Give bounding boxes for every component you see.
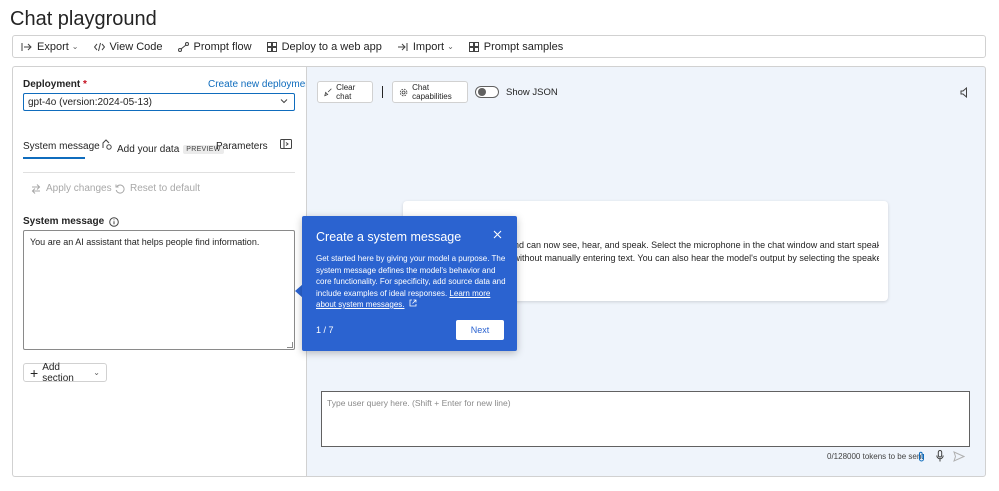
- active-tab-indicator: [23, 157, 85, 159]
- next-button[interactable]: Next: [456, 320, 504, 340]
- deployment-select[interactable]: gpt-4o (version:2024-05-13): [23, 93, 295, 111]
- import-button[interactable]: Import ⌄: [397, 41, 454, 53]
- toolbar-separator: [382, 86, 383, 98]
- tab-divider: [23, 172, 295, 173]
- plus-icon: +: [30, 364, 39, 381]
- chevron-down-icon: ⌄: [71, 42, 79, 51]
- reset-default-button[interactable]: Reset to default: [115, 183, 200, 194]
- popover-step: 1 / 7: [316, 325, 334, 335]
- system-message-popover: Create a system message Get started here…: [302, 216, 517, 351]
- chat-capabilities-button[interactable]: Chat capabilities: [392, 81, 468, 103]
- export-icon: [21, 42, 32, 51]
- add-section-button[interactable]: + Add section ⌄: [23, 361, 107, 384]
- popover-body: Get started here by giving your model a …: [316, 253, 506, 311]
- gear-icon: [399, 88, 408, 96]
- tab-parameters[interactable]: Parameters: [216, 141, 268, 152]
- reset-default-label: Reset to default: [130, 183, 201, 194]
- show-json-toggle[interactable]: [475, 86, 499, 98]
- clear-chat-label: Clear chat: [336, 83, 356, 101]
- query-placeholder: Type user query here. (Shift + Enter for…: [327, 398, 511, 408]
- toolbar: Export ⌄ View Code Prompt flow Deploy to …: [12, 35, 986, 58]
- code-icon: [93, 42, 105, 51]
- speaker-icon[interactable]: [960, 87, 969, 98]
- prompt-samples-button[interactable]: Prompt samples: [468, 40, 564, 53]
- token-count: 0/128000 tokens to be sent: [827, 452, 924, 461]
- info-icon[interactable]: [109, 216, 119, 227]
- chat-capabilities-label: Chat capabilities: [412, 83, 452, 101]
- microphone-icon[interactable]: [936, 450, 944, 462]
- chevron-down-icon: ⌄: [447, 42, 454, 51]
- required-mark: *: [83, 79, 87, 90]
- show-json-label: Show JSON: [506, 87, 558, 98]
- grid-icon: [266, 41, 277, 52]
- tab-system-message[interactable]: System message: [23, 141, 100, 152]
- import-label: Import: [412, 40, 445, 53]
- chevron-down-icon: [280, 99, 288, 104]
- samples-icon: [468, 41, 479, 52]
- tab-add-your-data[interactable]: Add your data PREVIEW: [101, 138, 224, 155]
- popover-title: Create a system message: [316, 230, 462, 244]
- external-link-icon: [409, 299, 417, 307]
- send-icon[interactable]: [953, 451, 965, 462]
- card-text-line-2: l without manually entering text. You ca…: [509, 253, 879, 263]
- prompt-flow-label: Prompt flow: [193, 40, 252, 53]
- broom-icon: [324, 88, 332, 97]
- deployment-label: Deployment *: [23, 79, 87, 90]
- attach-icon[interactable]: [918, 451, 925, 462]
- chevron-down-icon: ⌄: [93, 368, 100, 377]
- deploy-label: Deploy to a web app: [281, 40, 382, 53]
- import-icon: [397, 42, 408, 51]
- toggle-knob: [478, 88, 486, 96]
- panel-toggle-icon[interactable]: [280, 139, 292, 149]
- resize-handle[interactable]: [287, 342, 293, 348]
- view-code-button[interactable]: View Code: [93, 40, 163, 53]
- card-text-line-1: und can now see, hear, and speak. Select…: [509, 240, 879, 250]
- swap-icon: [31, 183, 41, 194]
- prompt-flow-icon: [177, 41, 189, 52]
- view-code-label: View Code: [109, 40, 163, 53]
- deployment-value: gpt-4o (version:2024-05-13): [28, 97, 152, 108]
- system-message-input[interactable]: You are an AI assistant that helps peopl…: [23, 230, 295, 350]
- prompt-flow-button[interactable]: Prompt flow: [177, 40, 252, 53]
- add-data-icon: [102, 139, 112, 150]
- system-message-text: You are an AI assistant that helps peopl…: [30, 237, 260, 247]
- deploy-web-app-button[interactable]: Deploy to a web app: [266, 40, 382, 53]
- system-message-label: System message: [23, 216, 119, 227]
- apply-changes-label: Apply changes: [46, 183, 112, 194]
- apply-changes-button[interactable]: Apply changes: [31, 183, 112, 194]
- clear-chat-button[interactable]: Clear chat: [317, 81, 373, 103]
- export-button[interactable]: Export ⌄: [21, 41, 79, 53]
- page-title: Chat playground: [10, 8, 157, 30]
- prompt-samples-label: Prompt samples: [483, 40, 564, 53]
- export-label: Export: [37, 40, 69, 53]
- close-icon[interactable]: [493, 230, 502, 239]
- add-section-label: Add section: [42, 361, 74, 384]
- add-data-label: Add your data: [117, 144, 180, 155]
- user-query-input[interactable]: Type user query here. (Shift + Enter for…: [321, 391, 970, 447]
- reset-icon: [115, 184, 125, 194]
- create-deployment-link[interactable]: Create new deployment: [208, 79, 314, 90]
